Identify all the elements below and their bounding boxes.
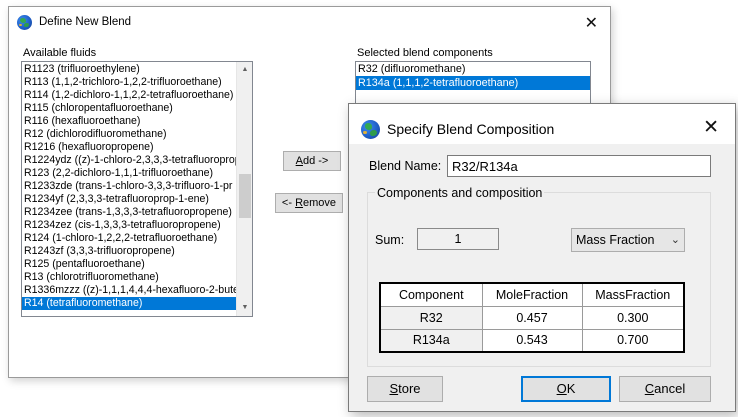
selected-components-label: Selected blend components [357,47,493,59]
available-fluids-list[interactable]: R1123 (trifluoroethylene) R113 (1,1,2-tri… [21,61,253,317]
scroll-thumb[interactable] [239,174,251,218]
mole-fraction-cell[interactable]: 0.543 [481,328,583,353]
fraction-type-select[interactable]: Mass Fraction ⌄ [571,228,685,252]
table-row: R134a 0.543 0.700 [379,328,685,353]
blend-name-label: Blend Name: [369,159,442,173]
close-icon[interactable]: ✕ [703,116,719,138]
sum-value: 1 [417,228,499,250]
list-item[interactable]: R1233zde (trans-1-chloro-3,3,3-trifluoro… [22,180,237,193]
vertical-scrollbar[interactable]: ▲ ▼ [236,62,252,316]
column-header: MoleFraction [481,282,583,307]
list-item[interactable]: R12 (dichlorodifluoromethane) [22,128,237,141]
mass-fraction-cell[interactable]: 0.300 [581,305,685,330]
mass-fraction-cell[interactable]: 0.700 [581,328,685,353]
specify-blend-composition-dialog: Specify Blend Composition ✕ Blend Name: … [348,103,736,412]
chevron-down-icon: ⌄ [670,234,680,246]
title-bar: Define New Blend ✕ [9,7,610,37]
ok-button[interactable]: OK [521,376,611,402]
dialog-title: Define New Blend [39,16,132,28]
list-item[interactable]: R13 (chlorotrifluoromethane) [22,271,237,284]
list-item[interactable]: R114 (1,2-dichloro-1,1,2,2-tetrafluoroet… [22,89,237,102]
list-item[interactable]: R1234yf (2,3,3,3-tetrafluoroprop-1-ene) [22,193,237,206]
cancel-button[interactable]: Cancel [619,376,711,402]
scroll-down-icon[interactable]: ▼ [237,300,252,316]
component-cell: R134a [379,328,483,353]
title-bar: Specify Blend Composition ✕ [349,104,735,144]
list-item[interactable]: R1123 (trifluoroethylene) [22,63,237,76]
list-item[interactable]: R1243zf (3,3,3-trifluoropropene) [22,245,237,258]
list-item[interactable]: R125 (pentafluoroethane) [22,258,237,271]
list-item[interactable]: R1234zez (cis-1,3,3,3-tetrafluoropropene… [22,219,237,232]
column-header: Component [379,282,483,307]
table-row: R32 0.457 0.300 [379,305,685,330]
list-item[interactable]: R1224ydz ((z)-1-chloro-2,3,3,3-tetrafluo… [22,154,237,167]
fraction-type-value: Mass Fraction [576,233,655,247]
list-item[interactable]: R32 (difluoromethane) [356,62,590,76]
globe-icon [17,15,32,30]
list-item[interactable]: R124 (1-chloro-1,2,2,2-tetrafluoroethane… [22,232,237,245]
globe-icon [361,120,380,139]
list-item[interactable]: R116 (hexafluoroethane) [22,115,237,128]
store-button[interactable]: Store [367,376,443,402]
list-item[interactable]: R123 (2,2-dichloro-1,1,1-trifluoroethane… [22,167,237,180]
list-item[interactable]: R14 (tetrafluoromethane) [22,297,237,310]
list-item[interactable]: R115 (chloropentafluoroethane) [22,102,237,115]
sum-label: Sum: [375,233,405,247]
available-fluids-label: Available fluids [23,47,97,59]
components-group-label: Components and composition [375,186,545,200]
mole-fraction-cell[interactable]: 0.457 [481,305,583,330]
scroll-up-icon[interactable]: ▲ [237,62,252,78]
composition-table: Component MoleFraction MassFraction R32 … [379,282,685,353]
add-button[interactable]: Add -> [283,151,341,171]
remove-button[interactable]: <- Remove [275,193,343,213]
list-item[interactable]: R1336mzzz ((z)-1,1,1,4,4,4-hexafluoro-2-… [22,284,237,297]
close-icon[interactable]: ✕ [585,13,598,32]
column-header: MassFraction [581,282,685,307]
list-item[interactable]: R1234zee (trans-1,3,3,3-tetrafluoroprope… [22,206,237,219]
component-cell: R32 [379,305,483,330]
list-item[interactable]: R134a (1,1,1,2-tetrafluoroethane) [356,76,590,90]
list-item[interactable]: R113 (1,1,2-trichloro-1,2,2-trifluoroeth… [22,76,237,89]
blend-name-input[interactable] [447,155,711,177]
list-item[interactable]: R1216 (hexafluoropropene) [22,141,237,154]
dialog-title: Specify Blend Composition [387,121,555,137]
